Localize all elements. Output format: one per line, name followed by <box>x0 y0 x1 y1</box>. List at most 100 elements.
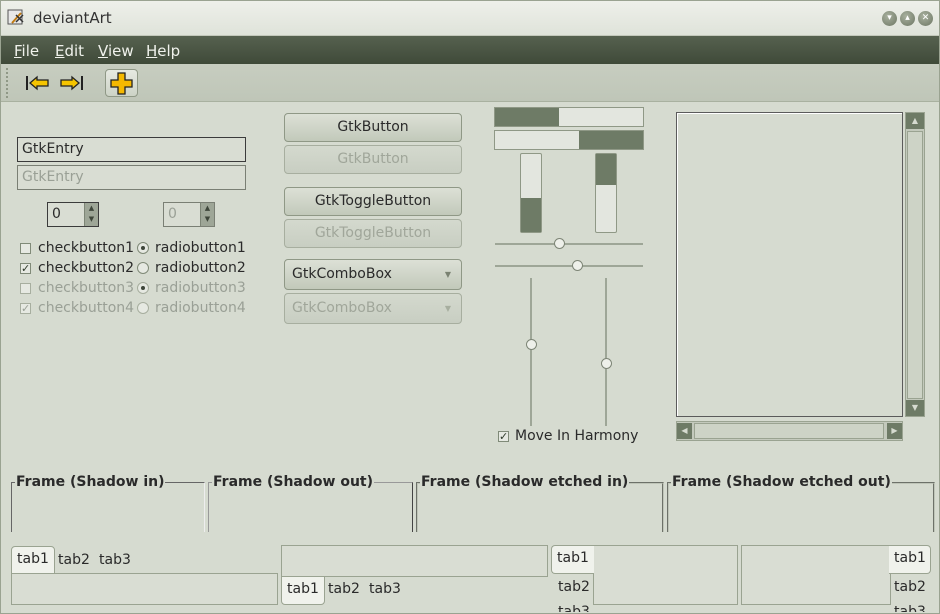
goto-last-icon <box>60 75 83 91</box>
notebook-left-tab2[interactable]: tab2 <box>558 579 590 595</box>
notebook-top-tab1[interactable]: tab1 <box>11 546 55 574</box>
menu-file-mnemonic: F <box>14 42 22 60</box>
checkbutton2-box[interactable]: ✓ <box>20 263 31 274</box>
checkbutton1-box[interactable] <box>20 243 31 254</box>
progress-bar-vertical-1 <box>520 153 542 233</box>
minimize-button[interactable]: ▾ <box>882 11 897 26</box>
progress-bar-horizontal-1 <box>494 107 644 127</box>
gtk-combo-box[interactable]: GtkComboBox ▼ <box>284 259 462 290</box>
notebook-bottom-tab1[interactable]: tab1 <box>281 576 325 605</box>
menu-help-mnemonic: H <box>146 42 158 60</box>
radiobutton4-label: radiobutton4 <box>155 300 246 316</box>
maximize-button[interactable]: ▴ <box>900 11 915 26</box>
notebook-top-tab3[interactable]: tab3 <box>99 552 131 568</box>
menu-view-label: iew <box>107 42 134 60</box>
harmony-label[interactable]: Move In Harmony <box>515 428 638 444</box>
radiobutton1-indicator[interactable] <box>137 242 149 254</box>
radiobutton1-label[interactable]: radiobutton1 <box>155 240 246 256</box>
spin-up-icon[interactable]: ▲ <box>85 203 98 214</box>
notebook-left-page <box>593 545 738 605</box>
menu-help[interactable]: Help <box>146 42 180 60</box>
window-title: deviantArt <box>33 9 112 27</box>
vscale-1-slider[interactable] <box>526 339 537 350</box>
vertical-scroll-thumb[interactable] <box>907 131 923 399</box>
spin-up-icon: ▲ <box>204 204 211 212</box>
menu-edit[interactable]: Edit <box>55 42 84 60</box>
gtk-toggle-button-insensitive: GtkToggleButton <box>284 219 462 248</box>
notebook-top-page <box>11 573 278 605</box>
frame-label: Frame (Shadow etched in) <box>420 474 630 490</box>
add-button[interactable] <box>105 69 138 97</box>
harmony-checkbox[interactable]: ✓ <box>498 431 509 442</box>
progress-fill <box>495 108 559 126</box>
hscale-1[interactable] <box>495 243 643 245</box>
goto-last-button[interactable] <box>57 69 87 97</box>
combo-label-insensitive: GtkComboBox <box>292 300 392 316</box>
spin-button[interactable]: 0 ▲ ▼ <box>47 202 99 227</box>
scrolled-text-area[interactable] <box>676 112 903 417</box>
checkbutton3-label: checkbutton3 <box>38 280 135 296</box>
frame-shadow-in: Frame (Shadow in) <box>11 474 205 532</box>
hscale-1-slider[interactable] <box>554 238 565 249</box>
frame-label: Frame (Shadow in) <box>15 474 166 490</box>
gtk-button-insensitive: GtkButton <box>284 145 462 174</box>
menu-bar: File Edit View Help <box>1 36 939 64</box>
title-bar[interactable]: deviantArt ▾ ▴ ✕ <box>1 1 939 36</box>
notebook-right-tab3[interactable]: tab3 <box>894 604 926 612</box>
notebook-left-tab3[interactable]: tab3 <box>558 604 590 612</box>
close-button[interactable]: ✕ <box>918 11 933 26</box>
notebook-bottom-page <box>281 545 548 577</box>
goto-first-icon <box>26 75 49 91</box>
radiobutton2-indicator[interactable] <box>137 262 149 274</box>
spin-button-insensitive: 0 ▲ ▼ <box>163 202 215 227</box>
progress-fill <box>521 198 541 232</box>
spin-down-icon: ▼ <box>204 215 211 223</box>
frame-label: Frame (Shadow out) <box>212 474 374 490</box>
goto-first-button[interactable] <box>22 69 52 97</box>
menu-help-label: elp <box>157 42 181 60</box>
progress-bar-vertical-2 <box>595 153 617 233</box>
notebook-bottom-tab3[interactable]: tab3 <box>369 581 401 597</box>
gtk-button[interactable]: GtkButton <box>284 113 462 142</box>
frame-shadow-out: Frame (Shadow out) <box>208 474 413 532</box>
hscale-2-slider[interactable] <box>572 260 583 271</box>
gtk-entry[interactable]: GtkEntry <box>17 137 246 162</box>
notebook-right-page <box>741 545 891 605</box>
spin-value-insensitive: 0 <box>168 206 177 222</box>
radiobutton2-label[interactable]: radiobutton2 <box>155 260 246 276</box>
checkbutton1-label[interactable]: checkbutton1 <box>38 240 134 256</box>
gtk-toggle-button[interactable]: GtkToggleButton <box>284 187 462 216</box>
frame-shadow-etched-out: Frame (Shadow etched out) <box>667 474 935 532</box>
menu-file[interactable]: File <box>14 42 39 60</box>
menu-edit-label: dit <box>64 42 85 60</box>
notebook-left-tab1[interactable]: tab1 <box>551 545 594 574</box>
vscale-2[interactable] <box>605 278 607 426</box>
menu-view[interactable]: View <box>98 42 134 60</box>
spin-arrows-insensitive: ▲ ▼ <box>200 203 214 226</box>
notebook-top-tab2[interactable]: tab2 <box>58 552 90 568</box>
menu-view-mnemonic: V <box>98 42 108 60</box>
progress-fill <box>579 131 643 149</box>
app-icon <box>7 9 24 25</box>
spin-arrows[interactable]: ▲ ▼ <box>84 203 98 226</box>
scroll-left-icon[interactable]: ◀ <box>677 423 692 439</box>
notebook-bottom-tab2[interactable]: tab2 <box>328 581 360 597</box>
scroll-up-icon[interactable]: ▲ <box>906 113 924 129</box>
spin-value: 0 <box>52 206 61 222</box>
spin-down-icon[interactable]: ▼ <box>85 214 98 225</box>
horizontal-scrollbar[interactable]: ◀ ▶ <box>676 421 903 441</box>
vscale-1[interactable] <box>530 278 532 426</box>
scroll-right-icon[interactable]: ▶ <box>887 423 902 439</box>
vertical-scrollbar[interactable]: ▲ ▼ <box>905 112 925 417</box>
scroll-down-icon[interactable]: ▼ <box>906 400 924 416</box>
checkbutton2-label[interactable]: checkbutton2 <box>38 260 134 276</box>
horizontal-scroll-thumb[interactable] <box>694 423 884 439</box>
notebook-right-tab2[interactable]: tab2 <box>894 579 926 595</box>
checkbutton4-label: checkbutton4 <box>38 300 135 316</box>
chevron-down-icon: ▼ <box>444 304 451 313</box>
hscale-2[interactable] <box>495 265 643 267</box>
toolbar-grip[interactable] <box>6 68 9 98</box>
vscale-2-slider[interactable] <box>601 358 612 369</box>
menu-file-label: ile <box>21 42 40 60</box>
notebook-right-tab1[interactable]: tab1 <box>889 545 931 574</box>
